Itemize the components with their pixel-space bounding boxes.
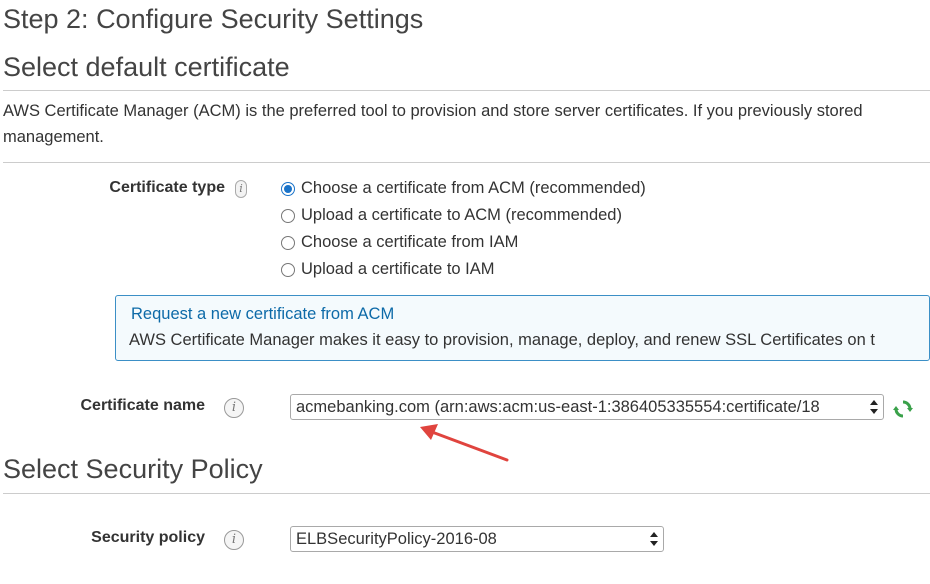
radio-upload-iam[interactable]: Upload a certificate to IAM xyxy=(281,256,495,283)
certificate-name-select[interactable]: acmebanking.com (arn:aws:acm:us-east-1:3… xyxy=(290,394,884,420)
radio-button[interactable] xyxy=(281,235,295,250)
certificate-name-value: acmebanking.com (arn:aws:acm:us-east-1:3… xyxy=(296,398,820,416)
select-arrows-icon xyxy=(650,532,658,546)
divider xyxy=(3,90,930,91)
security-policy-label: Security policy xyxy=(91,529,205,546)
info-icon[interactable]: i xyxy=(224,530,244,550)
certificate-name-label: Certificate name xyxy=(80,397,206,414)
request-acm-certificate-link[interactable]: Request a new certificate from ACM xyxy=(131,305,394,324)
certificate-type-label: Certificate type xyxy=(109,179,225,196)
section-description: AWS Certificate Manager (ACM) is the pre… xyxy=(3,98,930,150)
section-title-certificate: Select default certificate xyxy=(3,52,290,82)
radio-upload-acm[interactable]: Upload a certificate to ACM (recommended… xyxy=(281,202,622,229)
divider xyxy=(3,162,930,163)
description-line-2: management. xyxy=(3,128,104,146)
radio-label: Upload a certificate to IAM xyxy=(301,260,495,278)
security-policy-value: ELBSecurityPolicy-2016-08 xyxy=(296,530,497,548)
radio-button[interactable] xyxy=(281,262,295,277)
radio-label: Choose a certificate from ACM (recommend… xyxy=(301,179,646,197)
radio-choose-iam[interactable]: Choose a certificate from IAM xyxy=(281,229,518,256)
security-policy-select[interactable]: ELBSecurityPolicy-2016-08 xyxy=(290,526,664,552)
radio-choose-acm[interactable]: Choose a certificate from ACM (recommend… xyxy=(281,175,646,202)
radio-label: Choose a certificate from IAM xyxy=(301,233,519,251)
radio-button[interactable] xyxy=(281,208,295,223)
section-title-security-policy: Select Security Policy xyxy=(3,454,263,484)
refresh-icon[interactable] xyxy=(893,399,913,419)
info-icon[interactable]: i xyxy=(224,398,244,418)
info-icon[interactable]: i xyxy=(235,180,247,198)
acm-info-box: Request a new certificate from ACM AWS C… xyxy=(115,295,930,361)
radio-label: Upload a certificate to ACM (recommended… xyxy=(301,206,622,224)
select-arrows-icon xyxy=(870,400,878,414)
radio-button[interactable] xyxy=(281,181,295,196)
acm-info-text: AWS Certificate Manager makes it easy to… xyxy=(129,331,875,349)
annotation-arrow-icon xyxy=(420,424,509,462)
description-line-1: AWS Certificate Manager (ACM) is the pre… xyxy=(3,102,863,120)
step-title: Step 2: Configure Security Settings xyxy=(3,4,424,34)
divider xyxy=(3,493,930,494)
